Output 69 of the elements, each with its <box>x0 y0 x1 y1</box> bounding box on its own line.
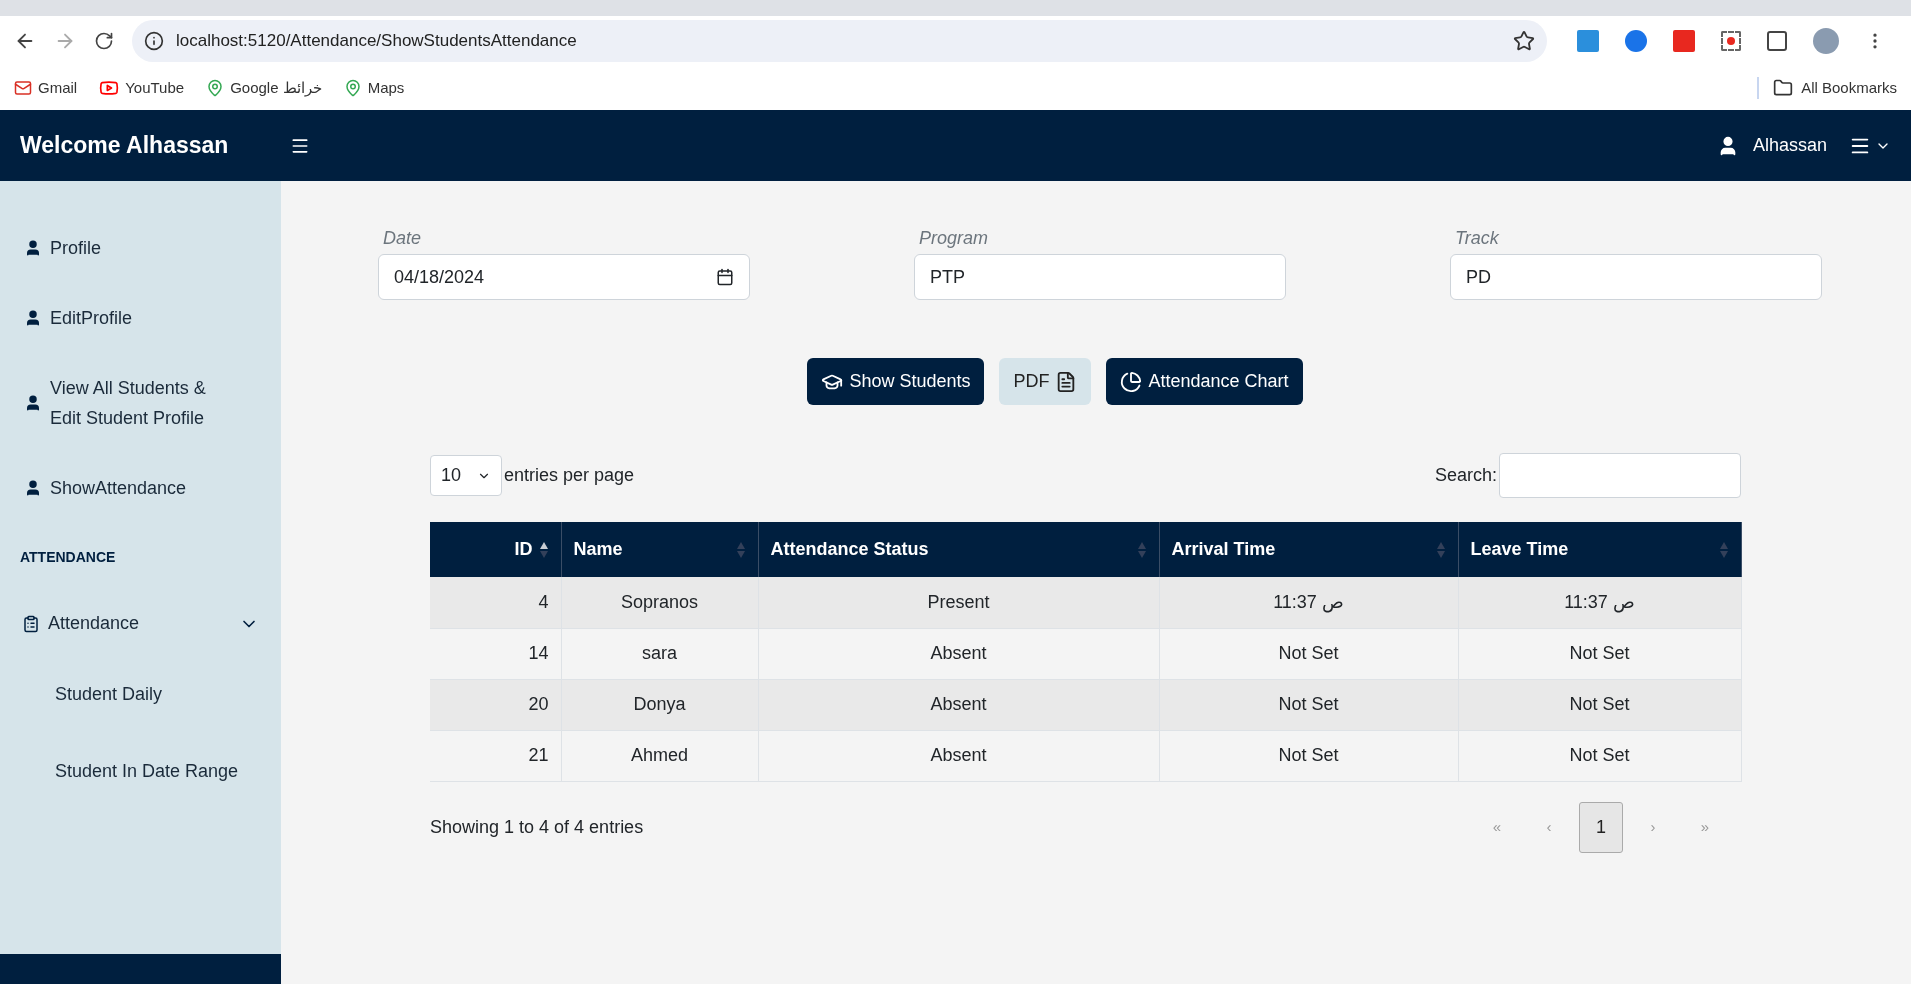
table-cell: ص 11:37 <box>1159 577 1458 628</box>
map-pin-icon <box>343 79 362 97</box>
field-label: Track <box>1454 227 1500 250</box>
clipboard-icon <box>22 614 40 633</box>
folder-icon <box>1773 78 1794 98</box>
user-name: Alhassan <box>1752 134 1827 157</box>
all-bookmarks-link[interactable]: All Bookmarks <box>1773 76 1897 100</box>
table-cell: 21 <box>430 730 561 781</box>
sidebar-group-toggle[interactable]: Attendance <box>0 610 281 637</box>
pie-chart-icon <box>1120 370 1143 393</box>
table-cell: Not Set <box>1159 628 1458 679</box>
video-icon <box>99 78 120 98</box>
sidebar-sublink[interactable]: Student In Date Range <box>55 758 281 785</box>
search-field[interactable] <box>1499 453 1741 498</box>
search-label: Search: <box>1434 464 1497 487</box>
user-icon <box>24 479 42 497</box>
table-cell: Not Set <box>1458 730 1741 781</box>
sidebar-section-title: ATTENDANCE <box>19 548 117 567</box>
sidebar-link[interactable]: ShowAttendance <box>24 473 257 503</box>
table-cell: 4 <box>430 577 561 628</box>
page-size-label: entries per page <box>504 464 635 487</box>
table-cell: Sopranos <box>561 577 758 628</box>
info-icon <box>144 31 164 51</box>
text-field[interactable]: PD <box>1450 254 1822 300</box>
field-label: Date <box>382 227 423 250</box>
bookmark-link[interactable]: Google خرائط <box>206 76 322 100</box>
students-button[interactable]: Show Students <box>807 358 985 405</box>
address-bar[interactable]: localhost:5120/Attendance/ShowStudentsAttendance <box>132 20 1547 62</box>
reload-icon[interactable] <box>94 31 114 51</box>
table-cell: Absent <box>758 628 1159 679</box>
table-cell: Donya <box>561 679 758 730</box>
table-cell: Not Set <box>1458 628 1741 679</box>
url-text: localhost:5120/Attendance/ShowStudentsAttendance <box>176 30 578 53</box>
table-cell: 20 <box>430 679 561 730</box>
sidebar-sublink[interactable]: Student Daily <box>55 681 281 708</box>
table-cell: 14 <box>430 628 561 679</box>
bookmark-link[interactable]: Maps <box>343 76 405 100</box>
target-extension-icon[interactable] <box>1721 31 1741 51</box>
user-icon <box>24 239 42 257</box>
page-link[interactable]: 1 <box>1579 801 1623 853</box>
table-cell: Ahmed <box>561 730 758 781</box>
table-info: Showing 1 to 4 of 4 entries <box>430 815 644 839</box>
bookmark-link[interactable]: YouTube <box>99 76 185 100</box>
user-icon <box>24 394 42 412</box>
app-title: Welcome Alhassan <box>20 131 230 161</box>
bookmark-link[interactable]: Gmail <box>14 76 78 100</box>
table-cell: Absent <box>758 679 1159 730</box>
table-cell: Not Set <box>1159 730 1458 781</box>
map-pin-icon <box>206 79 225 97</box>
chart-button[interactable]: Attendance Chart <box>1106 358 1303 405</box>
table-cell: sara <box>561 628 758 679</box>
text-field[interactable]: PTP <box>914 254 1286 300</box>
table-cell: Not Set <box>1458 679 1741 730</box>
sidebar-link[interactable]: Profile <box>24 233 257 263</box>
table-cell: Absent <box>758 730 1159 781</box>
mail-icon <box>14 79 32 97</box>
table-cell: ص 11:37 <box>1458 577 1741 628</box>
user-icon <box>24 309 42 327</box>
table-cell: Not Set <box>1159 679 1458 730</box>
table-cell: Present <box>758 577 1159 628</box>
sidebar-link[interactable]: View All Students & Edit Student Profile <box>24 373 257 433</box>
star-icon[interactable] <box>1513 30 1535 52</box>
round-extension-icon[interactable] <box>1625 30 1647 52</box>
sidebar-link[interactable]: EditProfile <box>24 303 257 333</box>
pdf-button[interactable]: PDF <box>999 358 1092 405</box>
calendar-icon <box>716 268 734 286</box>
page-size-select[interactable]: 10 <box>430 455 502 496</box>
field-label: Program <box>918 227 990 250</box>
date-field[interactable]: 04/18/2024 <box>378 254 750 300</box>
